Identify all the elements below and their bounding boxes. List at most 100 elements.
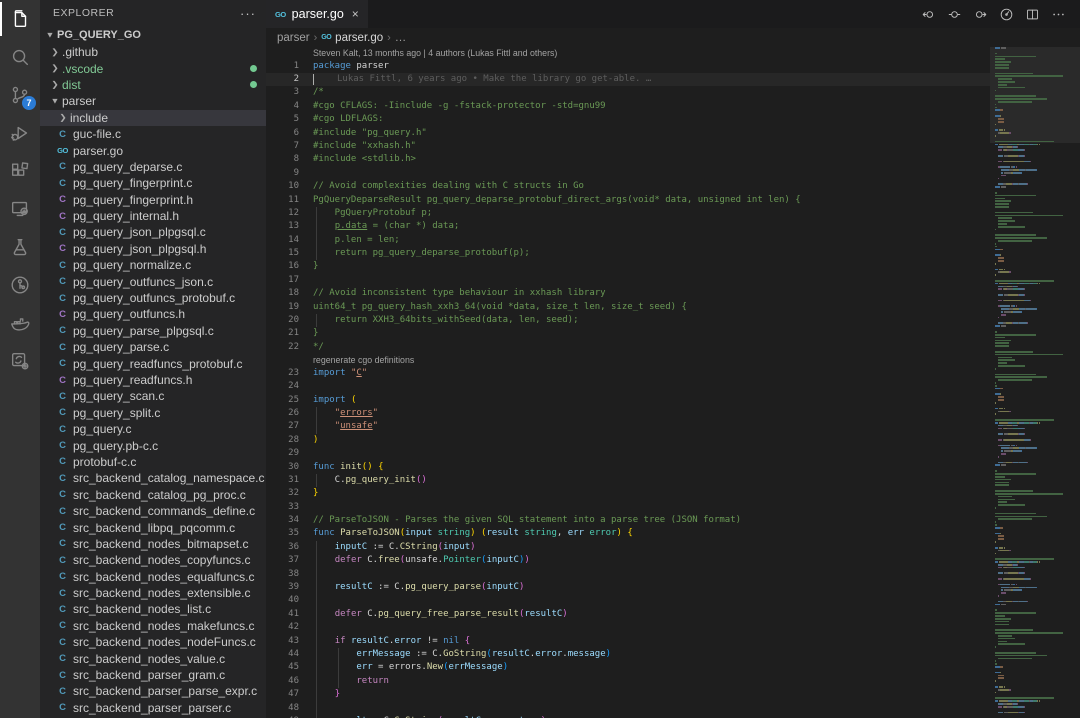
tree-folder-include[interactable]: ❯include <box>40 110 266 126</box>
code-line-28[interactable]: 28) <box>266 434 990 447</box>
tree-folder-.github[interactable]: ❯.github <box>40 44 266 60</box>
tree-file-pg_query_normalize.c[interactable]: Cpg_query_normalize.c <box>40 257 266 273</box>
tree-file-pg_query_outfuncs_json.c[interactable]: Cpg_query_outfuncs_json.c <box>40 273 266 289</box>
tree-file-src_backend_parser_parse_expr.c[interactable]: Csrc_backend_parser_parse_expr.c <box>40 683 266 699</box>
tree-file-pg_query_fingerprint.h[interactable]: Cpg_query_fingerprint.h <box>40 192 266 208</box>
breadcrumb-file[interactable]: parser.go <box>335 32 383 44</box>
code-line-31[interactable]: 31 C.pg_query_init() <box>266 474 990 487</box>
code-line-15[interactable]: 15 return pg_query_deparse_protobuf(p); <box>266 247 990 260</box>
code-line-14[interactable]: 14 p.len = len; <box>266 234 990 247</box>
code-line-47[interactable]: 47 } <box>266 688 990 701</box>
tree-file-src_backend_nodes_extensible.c[interactable]: Csrc_backend_nodes_extensible.c <box>40 585 266 601</box>
code-line-41[interactable]: 41 defer C.pg_query_free_parse_result(re… <box>266 608 990 621</box>
split-editor-icon[interactable] <box>1025 7 1040 22</box>
minimap[interactable] <box>990 47 1080 718</box>
tree-file-src_backend_catalog_pg_proc.c[interactable]: Csrc_backend_catalog_pg_proc.c <box>40 487 266 503</box>
activity-git-graph-icon[interactable] <box>0 266 40 304</box>
tree-file-pg_query_internal.h[interactable]: Cpg_query_internal.h <box>40 208 266 224</box>
tree-file-guc-file.c[interactable]: Cguc-file.c <box>40 126 266 142</box>
tree-file-src_backend_nodes_list.c[interactable]: Csrc_backend_nodes_list.c <box>40 601 266 617</box>
code-line-9[interactable]: 9 <box>266 167 990 180</box>
breadcrumb-symbol[interactable]: … <box>395 32 407 44</box>
code-line-11[interactable]: 11PgQueryDeparseResult pg_query_deparse_… <box>266 194 990 207</box>
tree-file-pg_query_json_plpgsql.h[interactable]: Cpg_query_json_plpgsql.h <box>40 241 266 257</box>
tree-file-pg_query_outfuncs_protobuf.c[interactable]: Cpg_query_outfuncs_protobuf.c <box>40 290 266 306</box>
tree-file-src_backend_libpq_pqcomm.c[interactable]: Csrc_backend_libpq_pqcomm.c <box>40 519 266 535</box>
explorer-root-folder[interactable]: ▼ PG_QUERY_GO <box>40 26 266 44</box>
code-line-34[interactable]: 34// ParseToJSON - Parses the given SQL … <box>266 514 990 527</box>
tree-file-src_backend_nodes_equalfuncs.c[interactable]: Csrc_backend_nodes_equalfuncs.c <box>40 569 266 585</box>
activity-testing-icon[interactable] <box>0 228 40 266</box>
tree-file-src_backend_parser_gram.c[interactable]: Csrc_backend_parser_gram.c <box>40 667 266 683</box>
tree-file-src_backend_nodes_copyfuncs.c[interactable]: Csrc_backend_nodes_copyfuncs.c <box>40 552 266 568</box>
code-line-39[interactable]: 39 resultC := C.pg_query_parse(inputC) <box>266 581 990 594</box>
code-line-18[interactable]: 18// Avoid inconsistent type behaviour i… <box>266 287 990 300</box>
tree-file-src_backend_catalog_namespace.c[interactable]: Csrc_backend_catalog_namespace.c <box>40 470 266 486</box>
tree-file-pg_query_scan.c[interactable]: Cpg_query_scan.c <box>40 388 266 404</box>
explorer-more-actions-icon[interactable]: ··· <box>240 6 256 21</box>
tree-file-pg_query_readfuncs.h[interactable]: Cpg_query_readfuncs.h <box>40 372 266 388</box>
tree-file-pg_query_outfuncs.h[interactable]: Cpg_query_outfuncs.h <box>40 306 266 322</box>
tree-file-protobuf-c.c[interactable]: Cprotobuf-c.c <box>40 454 266 470</box>
code-line-21[interactable]: 21} <box>266 327 990 340</box>
tree-file-parser.go[interactable]: GOparser.go <box>40 142 266 158</box>
code-line-43[interactable]: 43 if resultC.error != nil { <box>266 635 990 648</box>
code-line-32[interactable]: 32} <box>266 487 990 500</box>
code-line-4[interactable]: 4#cgo CFLAGS: -Iinclude -g -fstack-prote… <box>266 100 990 113</box>
code-line-35[interactable]: 35func ParseToJSON(input string) (result… <box>266 527 990 540</box>
code-line-27[interactable]: 27 "unsafe" <box>266 420 990 433</box>
tree-file-pg_query_deparse.c[interactable]: Cpg_query_deparse.c <box>40 159 266 175</box>
code-line-3[interactable]: 3/* <box>266 86 990 99</box>
close-tab-icon[interactable]: × <box>350 7 359 21</box>
code-line-25[interactable]: 25import ( <box>266 394 990 407</box>
activity-run-debug-icon[interactable] <box>0 114 40 152</box>
tree-folder-.vscode[interactable]: ❯.vscode <box>40 60 266 76</box>
tree-file-pg_query_parse_plpgsql.c[interactable]: Cpg_query_parse_plpgsql.c <box>40 323 266 339</box>
more-actions-icon[interactable] <box>1051 7 1066 22</box>
activity-search-icon[interactable] <box>0 38 40 76</box>
code-line-45[interactable]: 45 err = errors.New(errMessage) <box>266 661 990 674</box>
code-line-12[interactable]: 12 PgQueryProtobuf p; <box>266 207 990 220</box>
breadcrumb-folder[interactable]: parser <box>277 32 310 44</box>
tree-file-src_backend_nodes_bitmapset.c[interactable]: Csrc_backend_nodes_bitmapset.c <box>40 536 266 552</box>
tree-folder-parser[interactable]: ▼parser <box>40 93 266 109</box>
previous-change-icon[interactable] <box>921 7 936 22</box>
code-line-5[interactable]: 5#cgo LDFLAGS: <box>266 113 990 126</box>
tree-file-pg_query_fingerprint.c[interactable]: Cpg_query_fingerprint.c <box>40 175 266 191</box>
code-line-46[interactable]: 46 return <box>266 675 990 688</box>
tree-file-pg_query.pb-c.c[interactable]: Cpg_query.pb-c.c <box>40 437 266 453</box>
tab-parser-go[interactable]: GO parser.go × <box>266 0 368 28</box>
tree-file-pg_query_split.c[interactable]: Cpg_query_split.c <box>40 405 266 421</box>
code-line-6[interactable]: 6#include "pg_query.h" <box>266 127 990 140</box>
code-line-37[interactable]: 37 defer C.free(unsafe.Pointer(inputC)) <box>266 554 990 567</box>
tree-file-pg_query_json_plpgsql.c[interactable]: Cpg_query_json_plpgsql.c <box>40 224 266 240</box>
code-line-10[interactable]: 10// Avoid complexities dealing with C s… <box>266 180 990 193</box>
code-line-20[interactable]: 20 return XXH3_64bits_withSeed(data, len… <box>266 314 990 327</box>
code-line-40[interactable]: 40 <box>266 594 990 607</box>
tree-folder-dist[interactable]: ❯dist <box>40 77 266 93</box>
code-line-13[interactable]: 13 p.data = (char *) data; <box>266 220 990 233</box>
tree-file-src_backend_commands_define.c[interactable]: Csrc_backend_commands_define.c <box>40 503 266 519</box>
tree-file-src_backend_nodes_makefuncs.c[interactable]: Csrc_backend_nodes_makefuncs.c <box>40 618 266 634</box>
code-line-42[interactable]: 42 <box>266 621 990 634</box>
code-line-26[interactable]: 26 "errors" <box>266 407 990 420</box>
tree-file-src_backend_nodes_value.c[interactable]: Csrc_backend_nodes_value.c <box>40 650 266 666</box>
code-line-2[interactable]: 2Lukas Fittl, 6 years ago • Make the lib… <box>266 73 990 86</box>
tree-file-pg_query.c[interactable]: Cpg_query.c <box>40 421 266 437</box>
code-line-17[interactable]: 17 <box>266 274 990 287</box>
code-line-29[interactable]: 29 <box>266 447 990 460</box>
code-line-24[interactable]: 24 <box>266 380 990 393</box>
code-line-22[interactable]: 22*/ <box>266 341 990 354</box>
code-editor[interactable]: Steven Kalt, 13 months ago | 4 authors (… <box>266 47 990 718</box>
tree-file-src_backend_nodes_nodeFuncs.c[interactable]: Csrc_backend_nodes_nodeFuncs.c <box>40 634 266 650</box>
activity-docker-icon[interactable] <box>0 304 40 342</box>
activity-explorer-icon[interactable] <box>0 0 40 38</box>
activity-source-control-icon[interactable]: 7 <box>0 76 40 114</box>
code-line-30[interactable]: 30func init() { <box>266 461 990 474</box>
open-changes-icon[interactable] <box>947 7 962 22</box>
next-change-icon[interactable] <box>973 7 988 22</box>
code-line-7[interactable]: 7#include "xxhash.h" <box>266 140 990 153</box>
code-line-48[interactable]: 48 <box>266 702 990 715</box>
code-line-19[interactable]: 19uint64_t pg_query_hash_xxh3_64(void *d… <box>266 301 990 314</box>
code-line-16[interactable]: 16} <box>266 260 990 273</box>
